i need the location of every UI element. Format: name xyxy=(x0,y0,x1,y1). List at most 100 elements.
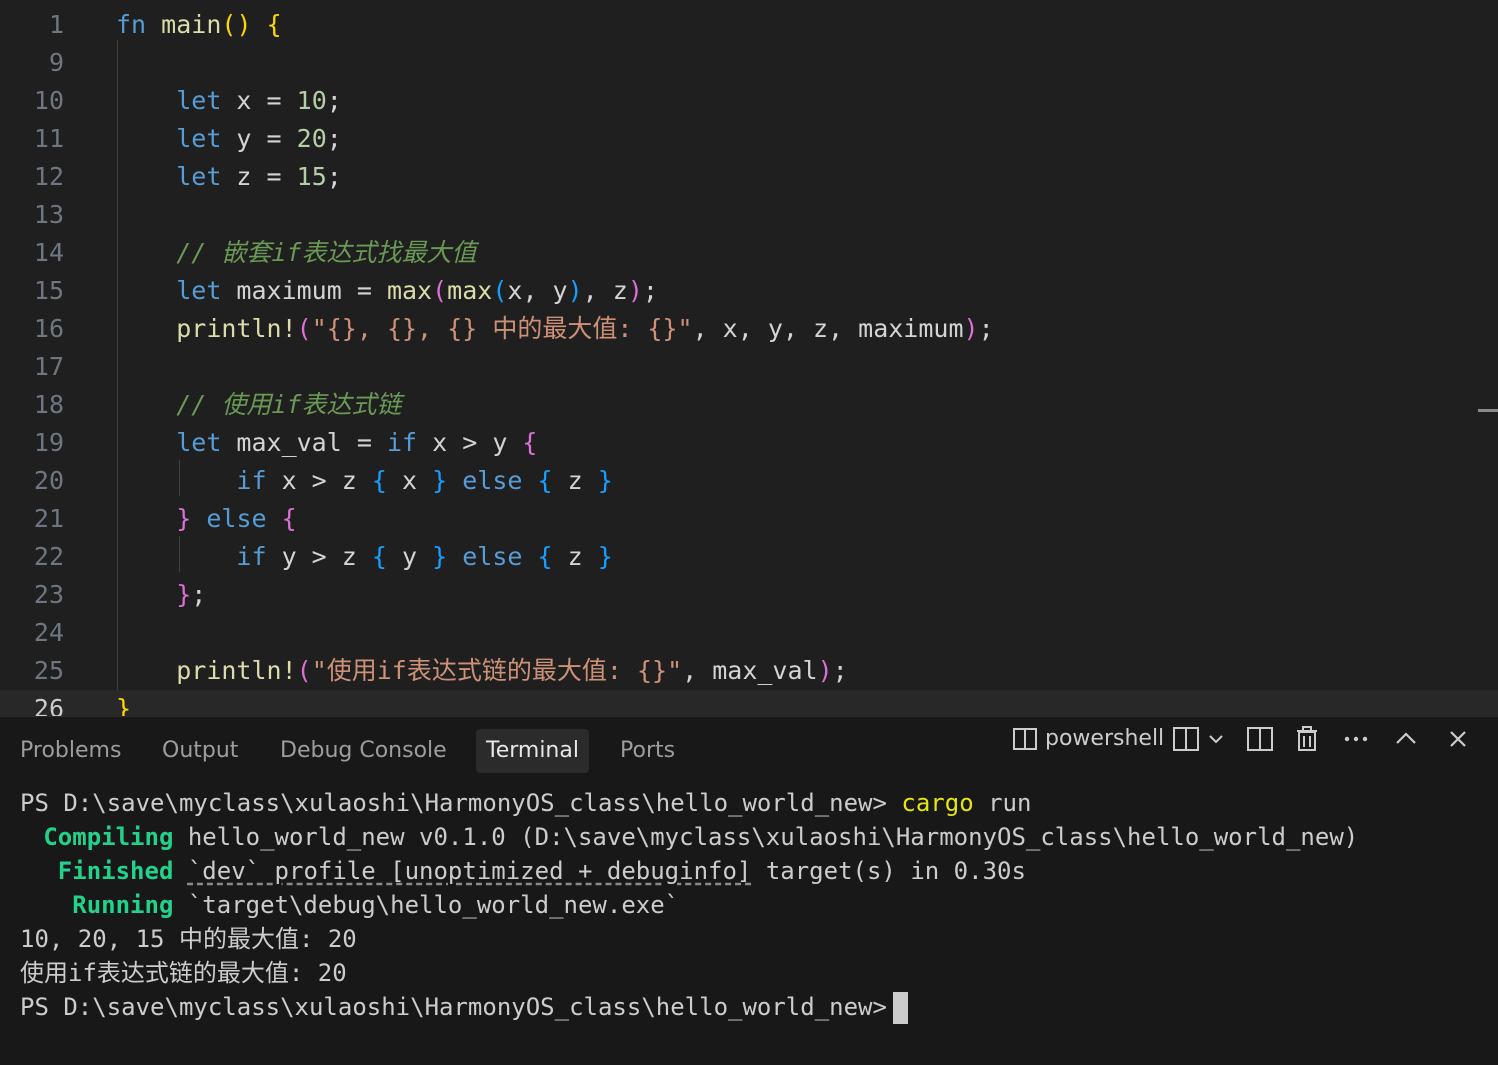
code-line[interactable]: 26} xyxy=(0,690,1498,716)
code-line[interactable]: 13 xyxy=(0,196,1498,234)
code-editor[interactable]: 1 fn main() { 9 10 let x = 10; 11 let y = 20… xyxy=(0,0,1498,716)
code-line[interactable]: 25 println!("使用if表达式链的最大值: {}", max_val)… xyxy=(0,652,1498,690)
code-text: } xyxy=(116,690,131,716)
code-token: ) xyxy=(817,656,833,685)
code-token: 20 xyxy=(296,124,327,153)
line-number: 23 xyxy=(33,580,64,609)
close-panel-button[interactable] xyxy=(1444,717,1472,761)
code-token: main xyxy=(161,10,222,39)
code-token: ; xyxy=(326,86,342,115)
line-number: 18 xyxy=(33,390,64,419)
line-number: 1 xyxy=(48,10,64,39)
line-number: 22 xyxy=(33,542,64,571)
code-line[interactable]: 20 if x > z { x } else { z } xyxy=(0,462,1498,500)
code-text: } else { xyxy=(116,500,297,538)
code-line[interactable]: 1 fn main() { xyxy=(0,6,1498,44)
terminal-cursor xyxy=(892,992,908,1024)
terminal-prompt: PS D:\save\myclass\xulaoshi\HarmonyOS_cl… xyxy=(20,993,887,1021)
new-terminal-dropdown[interactable] xyxy=(1172,717,1225,761)
terminal-line: 10, 20, 15 中的最大值: 20 xyxy=(20,922,357,956)
line-number: 26 xyxy=(33,694,64,716)
code-line[interactable]: 17 xyxy=(0,348,1498,386)
code-token: if xyxy=(386,428,418,457)
kill-terminal-button[interactable] xyxy=(1294,717,1320,761)
code-token: } xyxy=(116,694,132,716)
code-token: println! xyxy=(176,314,297,343)
code-text: // 嵌套if表达式找最大值 xyxy=(116,234,476,272)
split-terminal-button[interactable] xyxy=(1246,717,1274,761)
line-number: 19 xyxy=(33,428,64,457)
code-line[interactable]: 22 if y > z { y } else { z } xyxy=(0,538,1498,576)
code-token: ; xyxy=(832,656,848,685)
finished-text: target(s) in 0.30s xyxy=(751,857,1026,885)
chevron-up-icon xyxy=(1396,732,1416,744)
tab-debug-console[interactable]: Debug Console xyxy=(272,729,455,773)
code-token: x, y xyxy=(507,276,568,305)
ellipsis-icon xyxy=(1344,736,1368,742)
close-icon xyxy=(1450,731,1466,747)
code-text: let z = 15; xyxy=(116,158,342,196)
code-line[interactable]: 14 // 嵌套if表达式找最大值 xyxy=(0,234,1498,272)
code-text: let y = 20; xyxy=(116,120,342,158)
code-token: max_val = xyxy=(221,428,387,457)
code-text: fn main() { xyxy=(116,6,282,44)
code-token: ( xyxy=(432,276,448,305)
code-text: let x = 10; xyxy=(116,82,342,120)
more-actions-button[interactable] xyxy=(1342,717,1370,761)
code-token: { xyxy=(281,504,297,533)
code-line[interactable]: 10 let x = 10; xyxy=(0,82,1498,120)
tab-terminal[interactable]: Terminal xyxy=(476,729,589,773)
code-line[interactable]: 24 xyxy=(0,614,1498,652)
tab-output[interactable]: Output xyxy=(154,729,246,773)
code-token: , x, y, z, maximum xyxy=(692,314,964,343)
maximize-panel-button[interactable] xyxy=(1392,717,1420,761)
line-number: 13 xyxy=(33,200,64,229)
code-token: let xyxy=(176,276,222,305)
line-number: 24 xyxy=(33,618,64,647)
code-token: z xyxy=(552,542,598,571)
tab-ports[interactable]: Ports xyxy=(612,729,683,773)
code-line[interactable]: 12 let z = 15; xyxy=(0,158,1498,196)
code-line[interactable]: 16 println!("{}, {}, {} 中的最大值: {}", x, y… xyxy=(0,310,1498,348)
code-line[interactable]: 18 // 使用if表达式链 xyxy=(0,386,1498,424)
code-token: } xyxy=(597,542,613,571)
terminal-line: Compiling hello_world_new v0.1.0 (D:\sav… xyxy=(0,820,1358,854)
code-token: } xyxy=(432,466,448,495)
code-text: let max_val = if x > y { xyxy=(116,424,537,462)
code-token: maximum = xyxy=(221,276,387,305)
line-number: 21 xyxy=(33,504,64,533)
code-token: y xyxy=(386,542,433,571)
tab-problems[interactable]: Problems xyxy=(12,729,129,773)
code-token: "使用if表达式链的最大值: {}" xyxy=(311,656,683,685)
code-line[interactable]: 15 let maximum = max(max(x, y), z); xyxy=(0,272,1498,310)
code-line[interactable]: 11 let y = 20; xyxy=(0,120,1498,158)
code-token: x xyxy=(386,466,433,495)
terminal-shell-selector[interactable]: powershell xyxy=(1012,717,1164,761)
code-token: else xyxy=(462,542,523,571)
code-token: x > y xyxy=(417,428,523,457)
terminal-command-args: run xyxy=(973,789,1032,817)
code-token: ; xyxy=(191,580,207,609)
terminal-line: 使用if表达式链的最大值: 20 xyxy=(20,956,347,990)
code-token: println! xyxy=(176,656,297,685)
code-line[interactable]: 19 let max_val = if x > y { xyxy=(0,424,1498,462)
finished-profile-link[interactable]: `dev` profile [unoptimized + debuginfo] xyxy=(188,857,752,885)
code-token: } xyxy=(176,580,192,609)
code-token: let xyxy=(176,86,222,115)
line-number: 9 xyxy=(48,48,64,77)
code-token: ; xyxy=(642,276,658,305)
code-text: }; xyxy=(116,576,206,614)
code-text: if y > z { y } else { z } xyxy=(116,538,613,576)
terminal-line: PS D:\save\myclass\xulaoshi\HarmonyOS_cl… xyxy=(20,786,1031,820)
code-line[interactable]: 21 } else { xyxy=(0,500,1498,538)
code-line[interactable]: 23 }; xyxy=(0,576,1498,614)
code-token: ( xyxy=(296,656,312,685)
terminal-line: PS D:\save\myclass\xulaoshi\HarmonyOS_cl… xyxy=(20,990,908,1024)
code-line[interactable]: 9 xyxy=(0,44,1498,82)
